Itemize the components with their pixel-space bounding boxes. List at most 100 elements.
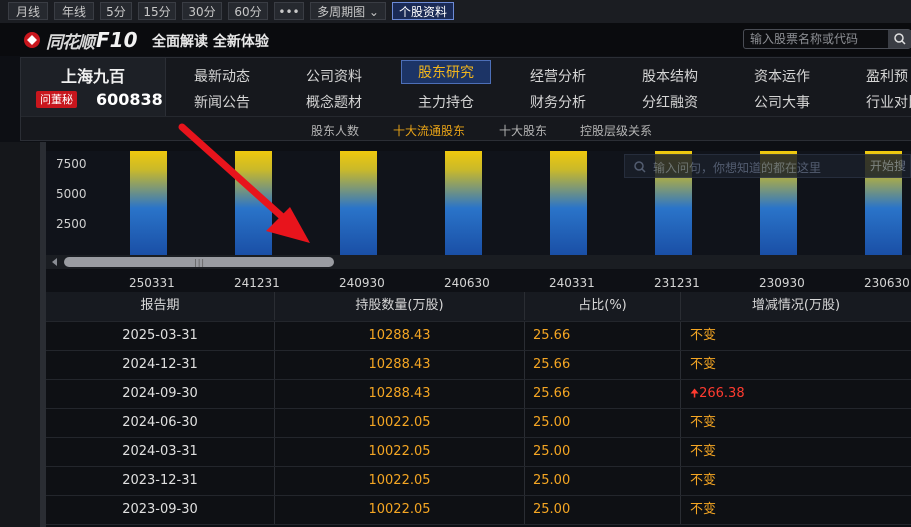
stock-box: 上海九百 问董秘 600838: [21, 58, 166, 116]
chart-bar: [340, 151, 377, 255]
cell-ratio: 25.66: [525, 322, 681, 350]
y-tick-label: 5000: [56, 187, 87, 201]
stock-search: [743, 29, 911, 49]
header-shares[interactable]: 持股数量(万股): [275, 292, 525, 320]
y-tick-label: 7500: [56, 157, 87, 171]
slogan: 全面解读 全新体验: [152, 34, 269, 50]
table-row[interactable]: 2024-09-30 10288.43 25.66 🠉266.38: [46, 380, 911, 409]
cell-change: 不变: [690, 415, 717, 430]
cell-date: 2024-03-31: [46, 438, 275, 466]
x-tick-label: 230930: [759, 276, 805, 290]
chart-x-axis: 250331 241231 240930 240630 240331 23123…: [46, 270, 911, 292]
scroll-thumb[interactable]: |||: [64, 257, 334, 267]
cell-date: 2023-12-31: [46, 467, 275, 495]
ask-search-box[interactable]: 输入问句，你想知道的都在这里 开始搜: [624, 154, 911, 178]
nav-latest[interactable]: 最新动态: [194, 66, 250, 86]
cell-shares: 10288.43: [275, 322, 525, 350]
nav-main-holdings[interactable]: 主力持仓: [418, 92, 474, 112]
stock-name: 上海九百: [61, 67, 126, 86]
nav-operation-analysis[interactable]: 经营分析: [530, 66, 586, 86]
cell-date: 2024-12-31: [46, 351, 275, 379]
nav-company-events[interactable]: 公司大事: [754, 92, 810, 112]
multi-period-dropdown[interactable]: 多周期图 ⌄: [310, 2, 386, 20]
cell-shares: 10022.05: [275, 496, 525, 524]
monthly-button[interactable]: 月线: [8, 2, 48, 20]
table-row[interactable]: 2024-12-31 10288.43 25.66 不变: [46, 351, 911, 380]
cell-ratio: 25.66: [525, 351, 681, 379]
logo-mark-icon: [24, 32, 40, 48]
nav-capital-structure[interactable]: 股本结构: [642, 66, 698, 86]
nav-concepts[interactable]: 概念题材: [306, 92, 362, 112]
logo: 同花顺 F10: [22, 28, 138, 53]
nav-capital-operation[interactable]: 资本运作: [754, 66, 810, 86]
nav-dividends[interactable]: 分红融资: [642, 92, 698, 112]
cell-ratio: 25.00: [525, 409, 681, 437]
cell-shares: 10022.05: [275, 467, 525, 495]
x-tick-label: 250331: [129, 276, 175, 290]
nav-financial-analysis[interactable]: 财务分析: [530, 92, 586, 112]
logo-f10: F10: [96, 28, 138, 52]
stock-search-input[interactable]: [750, 30, 880, 48]
red-arrow-icon: [178, 123, 310, 243]
ask-secretary-badge[interactable]: 问董秘: [36, 91, 77, 108]
cell-ratio: 25.00: [525, 467, 681, 495]
header-change[interactable]: 增减情况(万股): [681, 292, 911, 320]
table-row[interactable]: 2023-12-31 10022.05 25.00 不变: [46, 467, 911, 496]
stock-info-button[interactable]: 个股资料: [392, 2, 454, 20]
30min-button[interactable]: 30分: [182, 2, 222, 20]
more-button[interactable]: •••: [274, 2, 304, 20]
logo-name: 同花顺: [46, 32, 95, 53]
subnav-holding-hierarchy[interactable]: 控股层级关系: [580, 122, 652, 139]
holdings-table: 报告期 持股数量(万股) 占比(%) 增减情况(万股) 2025-03-31 1…: [46, 292, 911, 525]
nav-industry-compare[interactable]: 行业对比: [866, 92, 911, 112]
5min-button[interactable]: 5分: [100, 2, 132, 20]
15min-button[interactable]: 15分: [138, 2, 176, 20]
x-tick-label: 240930: [339, 276, 385, 290]
f10-header: 同花顺 F10 全面解读 全新体验: [0, 23, 911, 56]
cell-date: 2025-03-31: [46, 322, 275, 350]
cell-ratio: 25.66: [525, 380, 681, 408]
cell-change: 不变: [690, 473, 717, 488]
left-panel-edge: [0, 142, 40, 527]
ask-start-button[interactable]: 开始搜: [870, 157, 911, 175]
cell-date: 2024-09-30: [46, 380, 275, 408]
cell-ratio: 25.00: [525, 496, 681, 524]
header-ratio[interactable]: 占比(%): [525, 292, 681, 320]
cell-shares: 10288.43: [275, 351, 525, 379]
cell-change: 不变: [690, 328, 717, 343]
change-value: 266.38: [699, 386, 745, 401]
chart-scrollbar[interactable]: |||: [46, 255, 911, 269]
cell-change: 不变: [690, 357, 717, 372]
scroll-left-arrow-icon[interactable]: [52, 258, 57, 266]
subnav-top10-float[interactable]: 十大流通股东: [393, 122, 465, 139]
x-tick-label: 240331: [549, 276, 595, 290]
60min-button[interactable]: 60分: [228, 2, 268, 20]
chart-bar: [550, 151, 587, 255]
nav-shareholder-research[interactable]: 股东研究: [401, 60, 491, 84]
nav-news[interactable]: 新闻公告: [194, 92, 250, 112]
cell-shares: 10288.43: [275, 380, 525, 408]
yearly-button[interactable]: 年线: [54, 2, 94, 20]
search-button[interactable]: [888, 30, 911, 48]
chart-bar: [130, 151, 167, 255]
x-tick-label: 241231: [234, 276, 280, 290]
cell-date: 2024-06-30: [46, 409, 275, 437]
table-row[interactable]: 2023-09-30 10022.05 25.00 不变: [46, 496, 911, 525]
ask-placeholder: 输入问句，你想知道的都在这里: [653, 161, 822, 175]
stock-code: 600838: [96, 90, 163, 109]
top-toolbar: 月线 年线 5分 15分 30分 60分 ••• 多周期图 ⌄ 个股资料: [0, 0, 911, 24]
nav-profit-forecast[interactable]: 盈利预: [866, 66, 908, 86]
x-tick-label: 230630: [864, 276, 910, 290]
table-row[interactable]: 2025-03-31 10288.43 25.66 不变: [46, 322, 911, 351]
header-report-date[interactable]: 报告期: [46, 292, 275, 320]
table-row[interactable]: 2024-06-30 10022.05 25.00 不变: [46, 409, 911, 438]
cell-change: 不变: [690, 444, 717, 459]
cell-change: 不变: [690, 502, 717, 517]
chart-bar: [445, 151, 482, 255]
cell-shares: 10022.05: [275, 409, 525, 437]
x-tick-label: 240630: [444, 276, 490, 290]
subnav-top10-holders[interactable]: 十大股东: [499, 122, 547, 139]
table-row[interactable]: 2024-03-31 10022.05 25.00 不变: [46, 438, 911, 467]
table-header-row: 报告期 持股数量(万股) 占比(%) 增减情况(万股): [46, 292, 911, 322]
nav-company-info[interactable]: 公司资料: [306, 66, 362, 86]
